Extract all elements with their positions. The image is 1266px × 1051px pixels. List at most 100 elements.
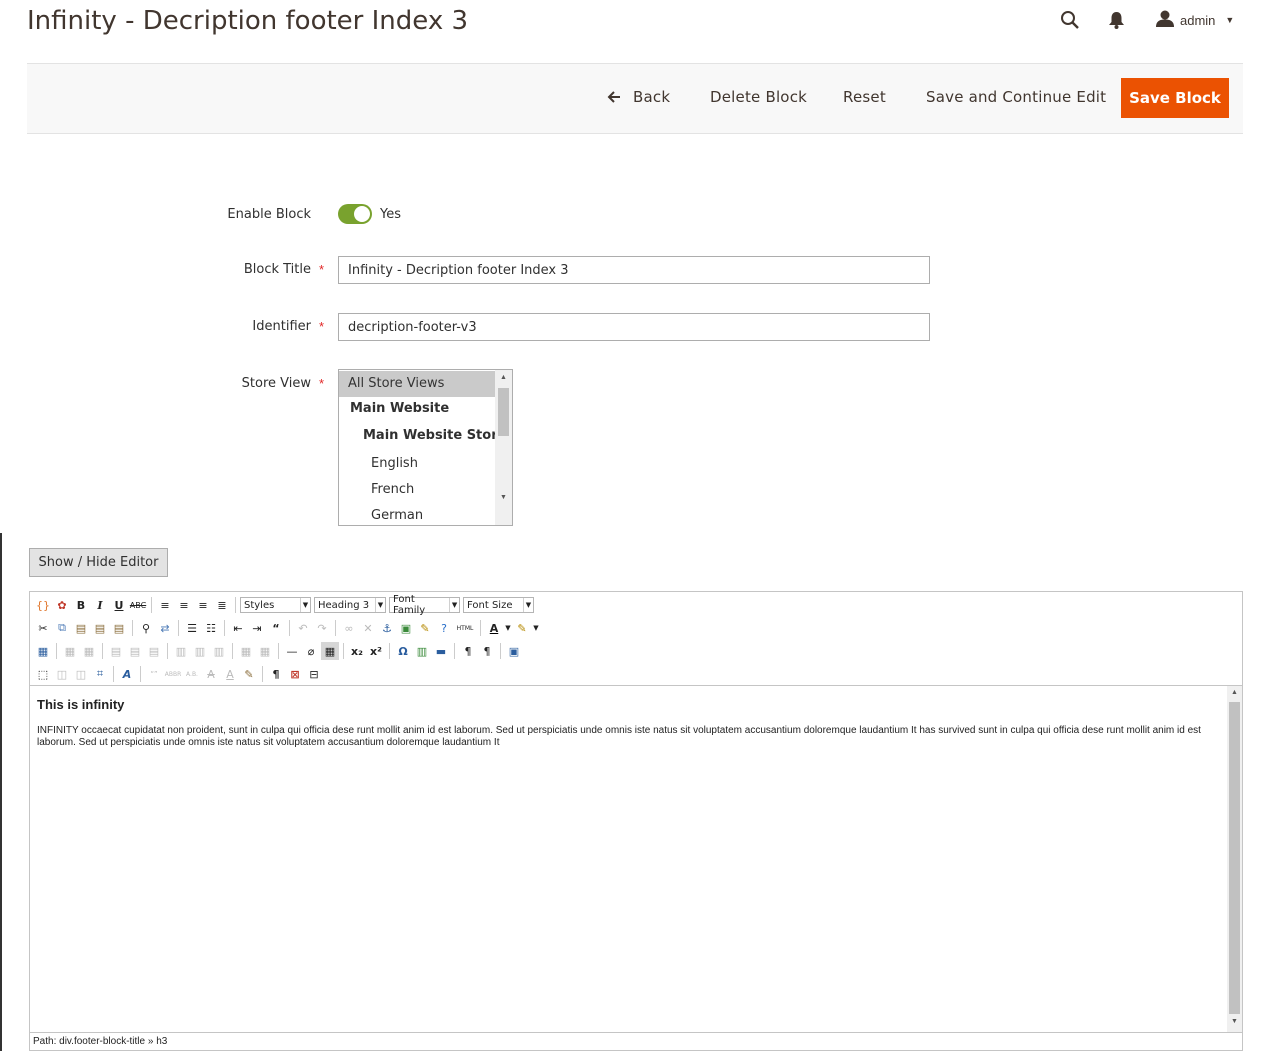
copy-icon[interactable]: ⧉: [53, 619, 71, 637]
media-icon[interactable]: ▥: [413, 642, 431, 660]
undo-icon[interactable]: ↶: [294, 619, 312, 637]
cite-icon[interactable]: “”: [145, 665, 163, 683]
show-hide-editor-button[interactable]: Show / Hide Editor: [29, 548, 168, 577]
chevron-down-icon[interactable]: ▼: [532, 619, 540, 637]
html-source-icon[interactable]: HTML: [454, 619, 476, 637]
non-breaking-icon[interactable]: ⊠: [286, 665, 304, 683]
insertion-icon[interactable]: A: [221, 665, 239, 683]
absolute-icon[interactable]: ⌗: [91, 665, 109, 683]
font-family-dropdown[interactable]: Font Family ▼: [389, 594, 460, 616]
bell-icon[interactable]: [1108, 11, 1125, 35]
visual-aid-icon[interactable]: ▦: [321, 642, 339, 660]
anchor-icon[interactable]: ⚓: [378, 619, 396, 637]
image-insert-icon[interactable]: ✿: [53, 596, 71, 614]
page-break-icon[interactable]: ⊟: [305, 665, 323, 683]
editor-scrollbar[interactable]: ▲ ▼: [1227, 686, 1242, 1032]
search-icon[interactable]: [1060, 10, 1080, 35]
redo-icon[interactable]: ↷: [313, 619, 331, 637]
horizontal-rule-icon[interactable]: —: [283, 642, 301, 660]
style-props-icon[interactable]: A: [118, 665, 136, 683]
store-option-all[interactable]: All Store Views: [339, 371, 495, 397]
fullscreen-icon[interactable]: ▣: [505, 642, 523, 660]
scroll-down-icon[interactable]: ▼: [500, 494, 507, 501]
insert-layer-icon[interactable]: ⬚: [34, 665, 52, 683]
format-dropdown[interactable]: Heading 3 ▼: [314, 597, 386, 613]
strikethrough-icon[interactable]: ABC: [129, 596, 147, 614]
insert-row-after-icon[interactable]: ▤: [126, 642, 144, 660]
rtl-icon[interactable]: ¶: [478, 642, 496, 660]
blockquote-icon[interactable]: “: [267, 619, 285, 637]
back-button[interactable]: Back: [633, 88, 670, 106]
table-insert-icon[interactable]: ▦: [34, 642, 52, 660]
align-justify-icon[interactable]: ≣: [213, 596, 231, 614]
admin-user-menu[interactable]: admin ▼: [1156, 10, 1234, 30]
show-blocks-icon[interactable]: ¶: [267, 665, 285, 683]
find-icon[interactable]: ⚲: [137, 619, 155, 637]
align-center-icon[interactable]: ≡: [175, 596, 193, 614]
acronym-icon[interactable]: A.B.: [183, 665, 201, 683]
align-left-icon[interactable]: ≡: [156, 596, 174, 614]
enable-block-value: Yes: [380, 207, 401, 222]
deletion-icon[interactable]: A: [202, 665, 220, 683]
block-title-input[interactable]: [338, 256, 930, 284]
special-char-icon[interactable]: Ω: [394, 642, 412, 660]
styles-dropdown[interactable]: Styles ▼: [240, 597, 311, 613]
unlink-icon[interactable]: ✕: [359, 619, 377, 637]
text-color-icon[interactable]: A: [485, 619, 503, 637]
chevron-down-icon[interactable]: ▼: [504, 619, 512, 637]
bullet-list-icon[interactable]: ☰: [183, 619, 201, 637]
replace-icon[interactable]: ⇄: [156, 619, 174, 637]
enable-block-toggle[interactable]: [338, 204, 372, 224]
reset-button[interactable]: Reset: [843, 88, 886, 106]
remove-format-icon[interactable]: ⌀: [302, 642, 320, 660]
insert-col-after-icon[interactable]: ▥: [191, 642, 209, 660]
save-and-continue-button[interactable]: Save and Continue Edit: [926, 88, 1106, 106]
underline-icon[interactable]: U: [110, 596, 128, 614]
paste-text-icon[interactable]: ▤: [91, 619, 109, 637]
bold-icon[interactable]: B: [72, 596, 90, 614]
delete-row-icon[interactable]: ▤: [145, 642, 163, 660]
scroll-up-icon[interactable]: ▲: [500, 374, 507, 381]
italic-icon[interactable]: I: [91, 596, 109, 614]
insert-col-before-icon[interactable]: ▥: [172, 642, 190, 660]
superscript-icon[interactable]: x²: [367, 642, 385, 660]
indent-icon[interactable]: ⇥: [248, 619, 266, 637]
outdent-icon[interactable]: ⇤: [229, 619, 247, 637]
help-icon[interactable]: ?: [435, 619, 453, 637]
numbered-list-icon[interactable]: ☷: [202, 619, 220, 637]
store-view-multiselect[interactable]: All Store Views Main Website Main Websit…: [338, 369, 513, 526]
row-props-icon[interactable]: ▦: [61, 642, 79, 660]
scroll-up-icon[interactable]: ▲: [1231, 689, 1238, 696]
insert-row-before-icon[interactable]: ▤: [107, 642, 125, 660]
editor-content-area[interactable]: This is infinity INFINITY occaecat cupid…: [30, 686, 1226, 1034]
move-backward-icon[interactable]: ◫: [72, 665, 90, 683]
attributes-icon[interactable]: ✎: [240, 665, 258, 683]
image-icon[interactable]: ▣: [397, 619, 415, 637]
align-right-icon[interactable]: ≡: [194, 596, 212, 614]
paste-word-icon[interactable]: ▤: [110, 619, 128, 637]
split-cells-icon[interactable]: ▦: [237, 642, 255, 660]
scroll-down-icon[interactable]: ▼: [1231, 1018, 1238, 1025]
merge-cells-icon[interactable]: ▦: [256, 642, 274, 660]
paste-icon[interactable]: ▤: [72, 619, 90, 637]
ltr-icon[interactable]: ¶: [459, 642, 477, 660]
advanced-hr-icon[interactable]: ▬: [432, 642, 450, 660]
cut-icon[interactable]: ✂: [34, 619, 52, 637]
subscript-icon[interactable]: x₂: [348, 642, 366, 660]
cell-props-icon[interactable]: ▦: [80, 642, 98, 660]
cleanup-icon[interactable]: ✎: [416, 619, 434, 637]
link-icon[interactable]: ∞: [340, 619, 358, 637]
widget-icon[interactable]: {}: [34, 596, 52, 614]
store-view-scrollbar[interactable]: ▲ ▼: [495, 370, 512, 525]
store-option-english[interactable]: English: [339, 456, 495, 471]
delete-block-button[interactable]: Delete Block: [710, 88, 807, 106]
identifier-input[interactable]: [338, 313, 930, 341]
store-option-german[interactable]: German: [339, 508, 495, 523]
delete-col-icon[interactable]: ▥: [210, 642, 228, 660]
save-block-button[interactable]: Save Block: [1121, 78, 1229, 118]
store-option-french[interactable]: French: [339, 482, 495, 497]
font-size-dropdown[interactable]: Font Size ▼: [463, 597, 534, 613]
background-color-icon[interactable]: ✎: [513, 619, 531, 637]
abbreviation-icon[interactable]: ABBR: [164, 665, 182, 683]
move-forward-icon[interactable]: ◫: [53, 665, 71, 683]
